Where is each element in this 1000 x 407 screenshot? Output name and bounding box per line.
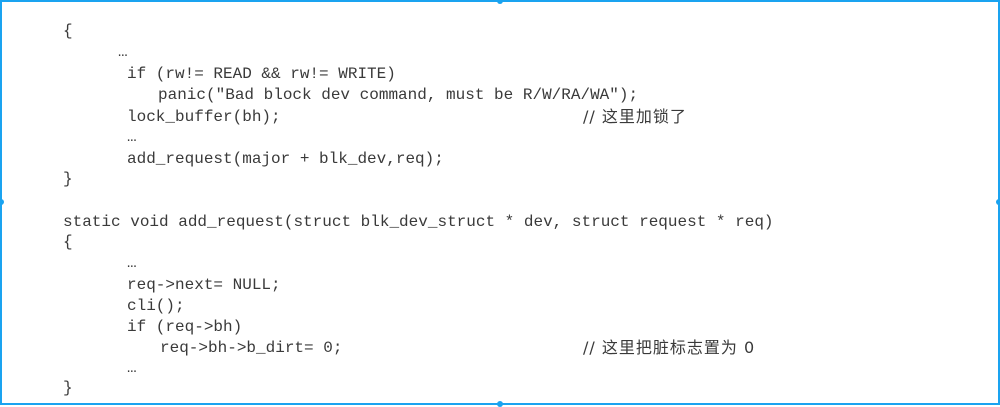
block1-panic-line: panic("Bad block dev command, must be R/… xyxy=(158,86,639,104)
block2-dirt-line: req->bh->b_dirt= 0; xyxy=(160,339,343,357)
block2-dirt-comment: // 这里把脏标志置为 0 xyxy=(583,338,756,357)
block1-lock-line: lock_buffer(bh); xyxy=(127,108,281,126)
block1-ellipsis-1: … xyxy=(118,43,128,61)
block1-lock-comment: // 这里加锁了 xyxy=(583,107,687,126)
block1-open-brace: { xyxy=(63,22,73,40)
block2-signature: static void add_request(struct blk_dev_s… xyxy=(63,213,774,231)
block1-if-line: if (rw!= READ && rw!= WRITE) xyxy=(127,65,396,83)
block2-open-brace: { xyxy=(63,233,73,251)
block1-close-brace: } xyxy=(63,170,73,188)
block1-ellipsis-2: … xyxy=(127,128,137,146)
block2-if-line: if (req->bh) xyxy=(127,318,243,336)
block2-cli-line: cli(); xyxy=(127,297,185,315)
block2-ellipsis-2: … xyxy=(127,359,137,377)
block2-close-brace: } xyxy=(63,379,73,397)
code-listing: { … if (rw!= READ && rw!= WRITE) panic("… xyxy=(0,0,1000,405)
block2-next-line: req->next= NULL; xyxy=(127,276,281,294)
block2-ellipsis-1: … xyxy=(127,254,137,272)
block1-add-request-call: add_request(major + blk_dev,req); xyxy=(127,150,444,168)
